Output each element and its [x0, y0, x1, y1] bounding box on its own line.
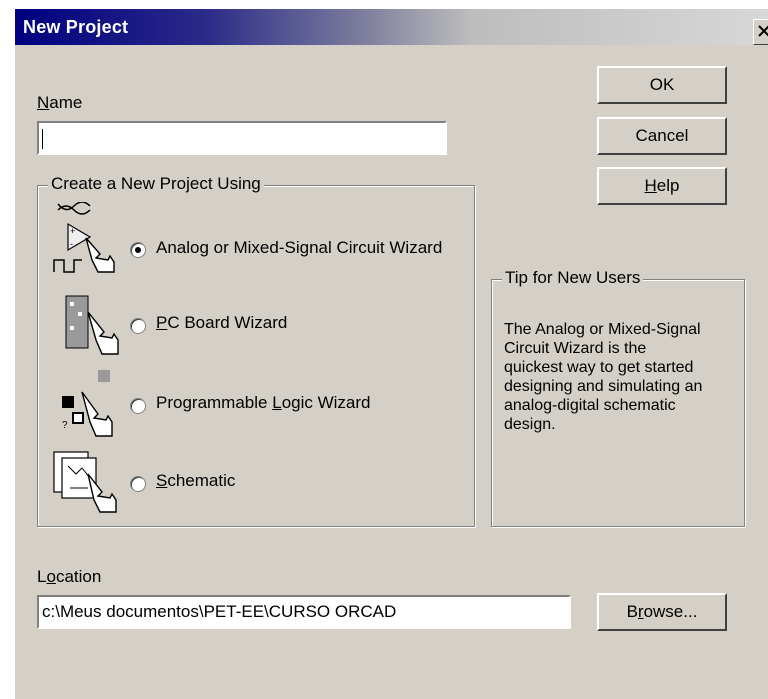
create-project-group: Create a New Project Using + - Analog or…	[37, 174, 475, 527]
help-button[interactable]: Help	[597, 167, 727, 205]
browse-button[interactable]: Browse...	[597, 593, 727, 631]
pcb-wizard-icon	[65, 295, 119, 355]
radio-selected-dot	[135, 247, 141, 253]
cancel-button[interactable]: Cancel	[597, 117, 727, 155]
radio-logic-wizard[interactable]	[130, 398, 146, 414]
title-bar[interactable]: New Project	[15, 9, 768, 45]
radio-pcb-wizard[interactable]	[130, 318, 146, 334]
tip-text: The Analog or Mixed-Signal Circuit Wizar…	[504, 321, 703, 433]
svg-text:+: +	[70, 226, 75, 236]
location-label: Location	[37, 567, 102, 586]
option-label-pcb-wizard[interactable]: PC Board Wizard	[156, 313, 287, 333]
create-group-legend: Create a New Project Using	[48, 174, 264, 194]
schematic-icon	[53, 451, 117, 513]
option-label-logic-wizard[interactable]: Programmable Logic Wizard	[156, 393, 371, 413]
close-icon	[758, 25, 768, 37]
ok-button[interactable]: OK	[597, 66, 727, 104]
name-label: Name	[37, 93, 83, 112]
option-label-schematic[interactable]: Schematic	[156, 471, 235, 491]
new-project-dialog: New Project Name OK Cancel Help Create a…	[14, 8, 768, 699]
svg-text:?: ?	[62, 420, 68, 431]
location-input[interactable]: c:\Meus documentos\PET-EE\CURSO ORCAD	[37, 595, 571, 629]
tip-group: Tip for New Users The Analog or Mixed-Si…	[491, 268, 745, 527]
window-title: New Project	[23, 17, 129, 37]
radio-schematic[interactable]	[130, 476, 146, 492]
logic-wizard-icon: ?	[62, 370, 113, 437]
name-input[interactable]	[37, 121, 447, 155]
text-caret	[42, 128, 43, 149]
analog-wizard-icon: + -	[53, 202, 115, 273]
tip-group-legend: Tip for New Users	[502, 268, 644, 288]
radio-analog-wizard[interactable]	[130, 242, 146, 258]
close-button[interactable]	[753, 19, 768, 45]
option-label-analog-wizard[interactable]: Analog or Mixed-Signal Circuit Wizard	[156, 238, 442, 258]
svg-text:-: -	[70, 239, 73, 249]
